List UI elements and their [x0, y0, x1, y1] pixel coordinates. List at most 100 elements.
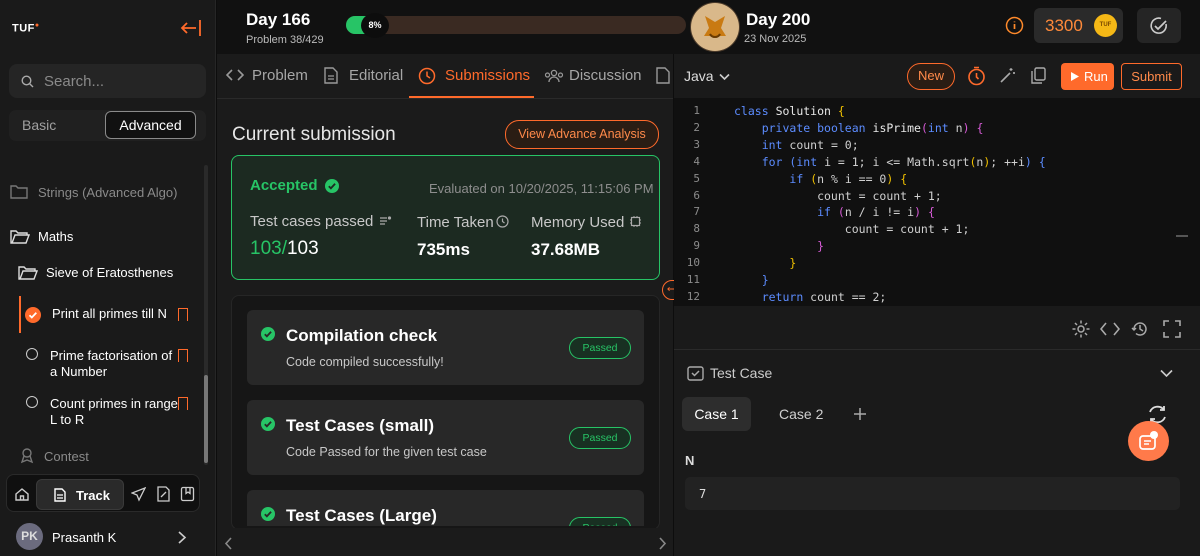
- check-title: Test Cases (Large): [286, 506, 437, 525]
- line-number: 3: [693, 137, 700, 151]
- tuf-logo[interactable]: TUF●: [12, 22, 40, 35]
- sidebar-item-count-primes-line2[interactable]: L to R: [50, 412, 84, 427]
- line-number: 2: [693, 120, 700, 134]
- document-icon: [54, 488, 66, 502]
- unchecked-circle-icon[interactable]: [26, 396, 38, 408]
- sidebar-item-sieve[interactable]: Sieve of Eratosthenes: [46, 265, 173, 280]
- timer-icon[interactable]: [967, 66, 986, 86]
- active-tab-underline: [409, 96, 534, 98]
- bookmark-icon[interactable]: [178, 397, 188, 410]
- line-number: 10: [686, 256, 700, 270]
- memory-chip-icon: [629, 215, 642, 228]
- submit-button[interactable]: Submit: [1121, 63, 1182, 90]
- sidebar-scrollbar[interactable]: [204, 165, 208, 465]
- trophy-icon: [690, 2, 740, 52]
- check-icon: [261, 327, 275, 341]
- bookmark-book-icon[interactable]: [180, 486, 195, 502]
- magic-wand-icon[interactable]: [999, 67, 1016, 84]
- sidebar-item-prime-factorisation-line1[interactable]: Prime factorisation of: [50, 348, 172, 363]
- evaluated-timestamp: Evaluated on 10/20/2025, 11:15:06 PM: [429, 181, 654, 196]
- coins-badge[interactable]: 3300 TUF: [1034, 8, 1123, 43]
- passed-badge: Passed: [569, 517, 631, 526]
- tests-passed-value: 103/103: [250, 238, 319, 260]
- sidebar-item-count-primes-line1[interactable]: Count primes in range: [50, 396, 178, 411]
- tab-case-1[interactable]: Case 1: [682, 397, 751, 431]
- fullscreen-icon[interactable]: [1163, 320, 1181, 338]
- passed-badge: Passed: [569, 337, 631, 359]
- coin-icon: TUF: [1094, 14, 1117, 37]
- add-case-icon[interactable]: [853, 407, 867, 421]
- sidebar: TUF● Search... Basic Advanced Strings (A…: [0, 0, 216, 556]
- clock-icon: [496, 215, 509, 228]
- submit-status-button[interactable]: [1137, 8, 1181, 43]
- play-icon: [1071, 72, 1079, 81]
- run-button[interactable]: Run: [1061, 63, 1114, 90]
- tab-basic[interactable]: Basic: [22, 117, 56, 133]
- track-label: Track: [76, 488, 110, 503]
- search-icon: [21, 75, 34, 88]
- target-date: 23 Nov 2025: [744, 33, 807, 45]
- chevron-down-icon[interactable]: [1160, 369, 1173, 378]
- send-icon[interactable]: [131, 487, 146, 502]
- history-icon[interactable]: [1131, 320, 1149, 338]
- tests-list-icon: [379, 214, 392, 227]
- bookmark-icon[interactable]: [178, 308, 188, 321]
- tests-total-count: 103: [286, 238, 319, 259]
- user-name[interactable]: Prasanth K: [52, 530, 116, 545]
- run-label: Run: [1084, 69, 1108, 84]
- collapse-sidebar-icon[interactable]: [180, 18, 202, 38]
- tab-editorial[interactable]: Editorial: [349, 67, 403, 84]
- tab-advanced[interactable]: Advanced: [105, 111, 196, 139]
- check-icon: [261, 417, 275, 431]
- chevron-left-icon[interactable]: [224, 537, 233, 550]
- settings-gear-icon[interactable]: [1071, 319, 1091, 339]
- check-icon: [261, 507, 275, 521]
- chevron-right-icon[interactable]: [658, 537, 667, 550]
- check-card-large: Test Cases (Large) Passed: [247, 490, 644, 526]
- search-placeholder: Search...: [44, 73, 105, 90]
- horizontal-scroll-bar[interactable]: [217, 528, 673, 556]
- tab-discussion[interactable]: Discussion: [569, 67, 642, 84]
- language-select[interactable]: Java: [684, 68, 714, 84]
- sidebar-item-prime-factorisation-line2[interactable]: a Number: [50, 364, 107, 379]
- notes-icon[interactable]: [156, 486, 171, 502]
- sidebar-item-maths[interactable]: Maths: [38, 229, 73, 244]
- page-title: Current submission: [232, 124, 396, 145]
- folder-icon: [10, 184, 28, 199]
- tab-case-2[interactable]: Case 2: [779, 406, 823, 422]
- sidebar-item-strings[interactable]: Strings (Advanced Algo): [38, 185, 177, 200]
- new-button[interactable]: New: [907, 63, 955, 90]
- info-icon[interactable]: [1005, 16, 1024, 35]
- bookmark-icon[interactable]: [178, 349, 188, 362]
- status-badge: Accepted: [250, 177, 318, 194]
- search-input[interactable]: Search...: [9, 64, 206, 98]
- line-number: 7: [693, 205, 700, 219]
- sidebar-item-print-primes[interactable]: Print all primes till N: [52, 306, 167, 321]
- tests-label: Test cases passed: [250, 213, 374, 230]
- folder-open-icon: [10, 229, 30, 244]
- more-tabs-icon[interactable]: [656, 67, 670, 84]
- tab-submissions[interactable]: Submissions: [445, 67, 530, 84]
- line-number: 6: [693, 188, 700, 202]
- param-name: N: [685, 453, 695, 468]
- avatar[interactable]: PK: [16, 523, 43, 550]
- line-number: 5: [693, 171, 700, 185]
- tab-problem[interactable]: Problem: [252, 67, 308, 84]
- problem-progress: Problem 38/429: [246, 34, 324, 46]
- contest-icon: [18, 446, 36, 464]
- home-icon[interactable]: [14, 486, 30, 502]
- line-number: 1: [693, 104, 700, 117]
- view-advance-analysis-button[interactable]: View Advance Analysis: [505, 120, 659, 149]
- param-value-field[interactable]: 7: [685, 477, 1180, 510]
- unchecked-circle-icon[interactable]: [26, 348, 38, 360]
- sidebar-item-contest[interactable]: Contest: [44, 449, 89, 464]
- chat-assistant-button[interactable]: [1128, 421, 1169, 461]
- code-content[interactable]: class Solution { private boolean isPrime…: [734, 103, 1046, 306]
- chevron-right-icon[interactable]: [177, 531, 187, 544]
- line-numbers: 1 2 3 4 5 6 7 8 9 10 11 12: [674, 103, 700, 306]
- passed-badge: Passed: [569, 427, 631, 449]
- copy-icon[interactable]: [1031, 67, 1046, 84]
- code-brackets-icon[interactable]: [1100, 322, 1120, 336]
- track-button[interactable]: Track: [36, 479, 124, 510]
- chevron-down-icon[interactable]: [719, 73, 730, 81]
